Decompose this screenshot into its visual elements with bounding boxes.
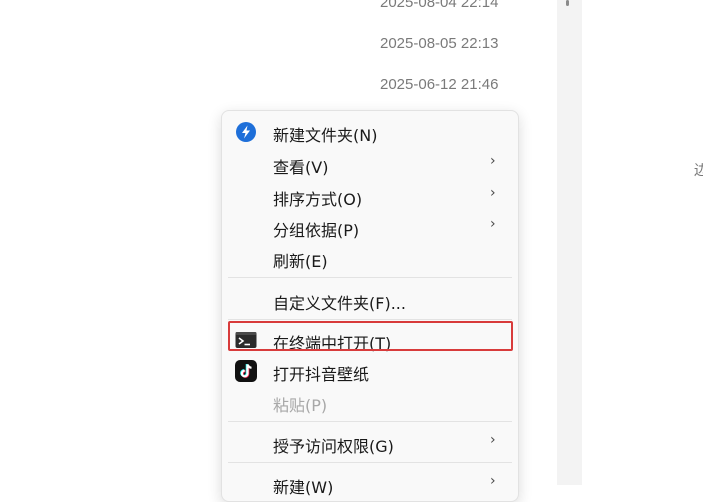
menu-item-view[interactable]: 查看(V) › — [222, 149, 518, 179]
new-folder-blue-icon — [236, 122, 256, 142]
tiktok-icon — [235, 360, 257, 382]
menu-item-label: 新建文件夹(N) — [273, 126, 378, 145]
menu-item-sort-by[interactable]: 排序方式(O) › — [222, 181, 518, 211]
modified-date: 2025-06-12 21:46 — [380, 76, 499, 93]
modified-date: 2025-08-04 22:14 — [380, 0, 499, 11]
menu-item-label: 分组依据(P) — [273, 221, 360, 240]
menu-separator — [228, 462, 512, 463]
chevron-right-icon: › — [490, 473, 496, 489]
chevron-right-icon: › — [490, 153, 496, 169]
menu-item-group-by[interactable]: 分组依据(P) › — [222, 212, 518, 242]
chevron-right-icon: › — [490, 185, 496, 201]
menu-item-label: 自定义文件夹(F)... — [273, 294, 406, 313]
menu-item-label: 打开抖音壁纸 — [273, 365, 370, 384]
menu-item-paste: 粘贴(P) — [222, 387, 518, 417]
scrollbar-thumb[interactable] — [566, 0, 569, 6]
menu-separator — [228, 319, 512, 320]
menu-item-new[interactable]: 新建(W) › — [222, 469, 518, 499]
menu-item-label: 授予访问权限(G) — [273, 437, 394, 456]
menu-item-label: 查看(V) — [273, 158, 329, 177]
menu-separator — [228, 277, 512, 278]
chevron-right-icon: › — [490, 216, 496, 232]
context-menu: 新建文件夹(N) 查看(V) › 排序方式(O) › 分组依据(P) › 刷新(… — [221, 110, 519, 502]
details-pane-divider — [557, 0, 582, 485]
menu-item-give-access[interactable]: 授予访问权限(G) › — [222, 428, 518, 458]
menu-item-label: 粘贴(P) — [273, 396, 328, 415]
menu-item-label: 新建(W) — [273, 478, 334, 497]
menu-item-label: 刷新(E) — [273, 252, 328, 271]
chevron-right-icon: › — [490, 432, 496, 448]
menu-separator — [228, 421, 512, 422]
menu-item-open-tiktok-wallpaper[interactable]: 打开抖音壁纸 — [222, 356, 518, 386]
modified-date: 2025-08-05 22:13 — [380, 35, 499, 52]
edge-text: 边 — [694, 163, 703, 179]
menu-item-label: 排序方式(O) — [273, 190, 363, 209]
menu-item-refresh[interactable]: 刷新(E) — [222, 243, 518, 273]
highlight-box — [228, 321, 513, 351]
menu-item-new-folder[interactable]: 新建文件夹(N) — [222, 117, 518, 147]
menu-item-customize-folder[interactable]: 自定义文件夹(F)... — [222, 285, 518, 315]
